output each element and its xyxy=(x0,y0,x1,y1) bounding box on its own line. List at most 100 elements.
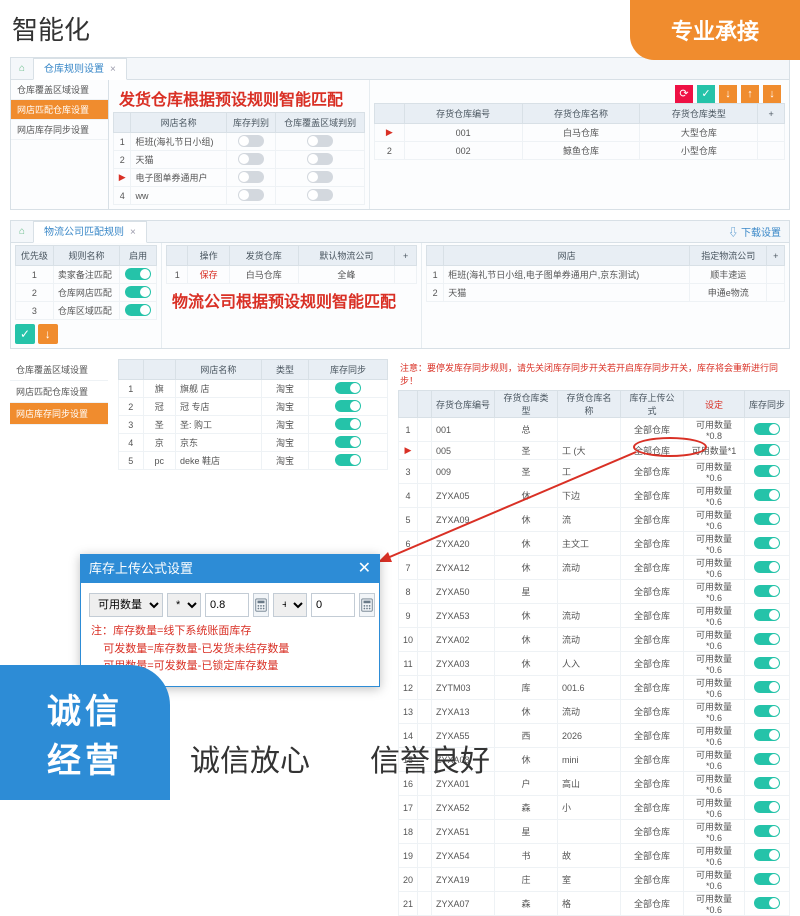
add-column-button[interactable]: + xyxy=(758,104,785,124)
sidebar-item[interactable]: 网店匹配仓库设置 xyxy=(10,381,108,403)
toggle[interactable] xyxy=(754,465,780,477)
home-icon[interactable]: ⌂ xyxy=(11,63,33,74)
toggle[interactable] xyxy=(754,513,780,525)
table-row[interactable]: 5pcdeke 鞋店淘宝 xyxy=(119,452,388,470)
toggle[interactable] xyxy=(307,189,333,201)
toggle[interactable] xyxy=(307,153,333,165)
confirm-button[interactable]: ✓ xyxy=(15,324,35,344)
toggle[interactable] xyxy=(754,801,780,813)
toggle[interactable] xyxy=(754,489,780,501)
table-row[interactable]: 3仓库区域匹配 xyxy=(16,302,157,320)
toggle[interactable] xyxy=(754,585,780,597)
table-row[interactable]: 5ZYXA09休流全部仓库可用数量*0.6 xyxy=(399,508,790,532)
sidebar-item[interactable]: 仓库覆盖区域设置 xyxy=(11,80,108,100)
toggle[interactable] xyxy=(754,444,780,456)
up-button[interactable]: ↑ xyxy=(741,85,759,103)
table-row[interactable]: 2天猫申通e物流 xyxy=(427,284,785,302)
calculator-icon[interactable] xyxy=(359,593,375,617)
offset-input[interactable] xyxy=(311,593,355,617)
table-row[interactable]: 3圣圣: 购工淘宝 xyxy=(119,416,388,434)
save-link[interactable]: 保存 xyxy=(188,266,229,284)
confirm-button[interactable]: ✓ xyxy=(697,85,715,103)
table-row[interactable]: 20ZYXA19庄室全部仓库可用数量*0.6 xyxy=(399,868,790,892)
toggle[interactable] xyxy=(754,633,780,645)
table-row[interactable]: 7ZYXA12休流动全部仓库可用数量*0.6 xyxy=(399,556,790,580)
table-row[interactable]: 2天猫 xyxy=(114,151,365,169)
table-row[interactable]: 4京京东淘宝 xyxy=(119,434,388,452)
toggle[interactable] xyxy=(238,135,264,147)
table-row[interactable]: 13ZYXA13休流动全部仓库可用数量*0.6 xyxy=(399,700,790,724)
calculator-icon[interactable] xyxy=(253,593,269,617)
table-row[interactable]: 10ZYXA02休流动全部仓库可用数量*0.6 xyxy=(399,628,790,652)
table-row[interactable]: 19ZYXA54书故全部仓库可用数量*0.6 xyxy=(399,844,790,868)
toggle[interactable] xyxy=(125,286,151,298)
table-row[interactable]: 4ZYXA05休下边全部仓库可用数量*0.6 xyxy=(399,484,790,508)
table-row[interactable]: 8ZYXA50星全部仓库可用数量*0.6 xyxy=(399,580,790,604)
table-row[interactable]: ▶005圣工 (大全部仓库可用数量*1 xyxy=(399,442,790,460)
add-column-button[interactable]: + xyxy=(395,246,417,266)
down2-button[interactable]: ↓ xyxy=(763,85,781,103)
factor-input[interactable] xyxy=(205,593,249,617)
toggle[interactable] xyxy=(307,171,333,183)
sidebar-item[interactable]: 网店库存同步设置 xyxy=(10,403,108,425)
close-icon[interactable]: × xyxy=(130,227,136,238)
close-icon[interactable]: ✕ xyxy=(358,555,371,583)
toggle[interactable] xyxy=(754,561,780,573)
table-row[interactable]: 3009圣工全部仓库可用数量*0.6 xyxy=(399,460,790,484)
sidebar-item[interactable]: 网店匹配仓库设置 xyxy=(11,100,108,120)
toggle[interactable] xyxy=(335,418,361,430)
toggle[interactable] xyxy=(335,382,361,394)
down-button[interactable]: ↓ xyxy=(719,85,737,103)
table-row[interactable]: 17ZYXA52森小全部仓库可用数量*0.6 xyxy=(399,796,790,820)
table-row[interactable]: ▶001白马仓库大型仓库 xyxy=(375,124,785,142)
toggle[interactable] xyxy=(754,681,780,693)
table-row[interactable]: 12ZYTM03库001.6全部仓库可用数量*0.6 xyxy=(399,676,790,700)
down-button[interactable]: ↓ xyxy=(38,324,58,344)
toggle[interactable] xyxy=(754,873,780,885)
toggle[interactable] xyxy=(754,897,780,909)
table-row[interactable]: 4ww xyxy=(114,187,365,205)
table-row[interactable]: 11ZYXA03休人入全部仓库可用数量*0.6 xyxy=(399,652,790,676)
toggle[interactable] xyxy=(238,189,264,201)
toggle[interactable] xyxy=(754,825,780,837)
table-row[interactable]: 9ZYXA53休流动全部仓库可用数量*0.6 xyxy=(399,604,790,628)
refresh-button[interactable]: ⟳ xyxy=(675,85,693,103)
operator1-select[interactable]: * xyxy=(167,593,201,617)
table-row[interactable]: 2冠冠 专店淘宝 xyxy=(119,398,388,416)
table-row[interactable]: 18ZYXA51星全部仓库可用数量*0.6 xyxy=(399,820,790,844)
toggle[interactable] xyxy=(754,705,780,717)
sidebar-item[interactable]: 仓库覆盖区域设置 xyxy=(10,359,108,381)
toggle[interactable] xyxy=(754,423,780,435)
close-icon[interactable]: × xyxy=(110,64,116,75)
home-icon[interactable]: ⌂ xyxy=(11,226,33,237)
table-row[interactable]: 1保存白马仓库全峰 xyxy=(167,266,417,284)
add-column-button[interactable]: + xyxy=(767,246,785,266)
toggle[interactable] xyxy=(335,400,361,412)
table-row[interactable]: 21ZYXA07森格全部仓库可用数量*0.6 xyxy=(399,892,790,916)
panel1-tab-active[interactable]: 仓库规则设置× xyxy=(33,58,127,80)
toggle[interactable] xyxy=(238,171,264,183)
th-setting[interactable]: 设定 xyxy=(683,391,744,418)
toggle[interactable] xyxy=(238,153,264,165)
table-row[interactable]: 6ZYXA20休主文工全部仓库可用数量*0.6 xyxy=(399,532,790,556)
toggle[interactable] xyxy=(754,537,780,549)
toggle[interactable] xyxy=(754,657,780,669)
quantity-type-select[interactable]: 可用数量 xyxy=(89,593,163,617)
toggle[interactable] xyxy=(754,849,780,861)
download-link[interactable]: ⇩ 下载设置 xyxy=(728,224,789,239)
toggle[interactable] xyxy=(335,436,361,448)
table-row[interactable]: 1柜班(海礼节日小组) xyxy=(114,133,365,151)
table-row[interactable]: 1旗旗舰 店淘宝 xyxy=(119,380,388,398)
operator2-select[interactable]: + xyxy=(273,593,307,617)
panel2-tab-active[interactable]: 物流公司匹配规则× xyxy=(33,221,147,243)
toggle[interactable] xyxy=(125,304,151,316)
table-row[interactable]: ▶电子图单券通用户 xyxy=(114,169,365,187)
toggle[interactable] xyxy=(307,135,333,147)
toggle[interactable] xyxy=(754,609,780,621)
table-row[interactable]: 2002鲸鱼仓库小型仓库 xyxy=(375,142,785,160)
table-row[interactable]: 1柜班(海礼节日小组,电子图单券通用户,京东测试)顺丰速运 xyxy=(427,266,785,284)
toggle[interactable] xyxy=(335,454,361,466)
table-row[interactable]: 2仓库网店匹配 xyxy=(16,284,157,302)
sidebar-item[interactable]: 网店库存同步设置 xyxy=(11,120,108,140)
table-row[interactable]: 1001总全部仓库可用数量*0.8 xyxy=(399,418,790,442)
